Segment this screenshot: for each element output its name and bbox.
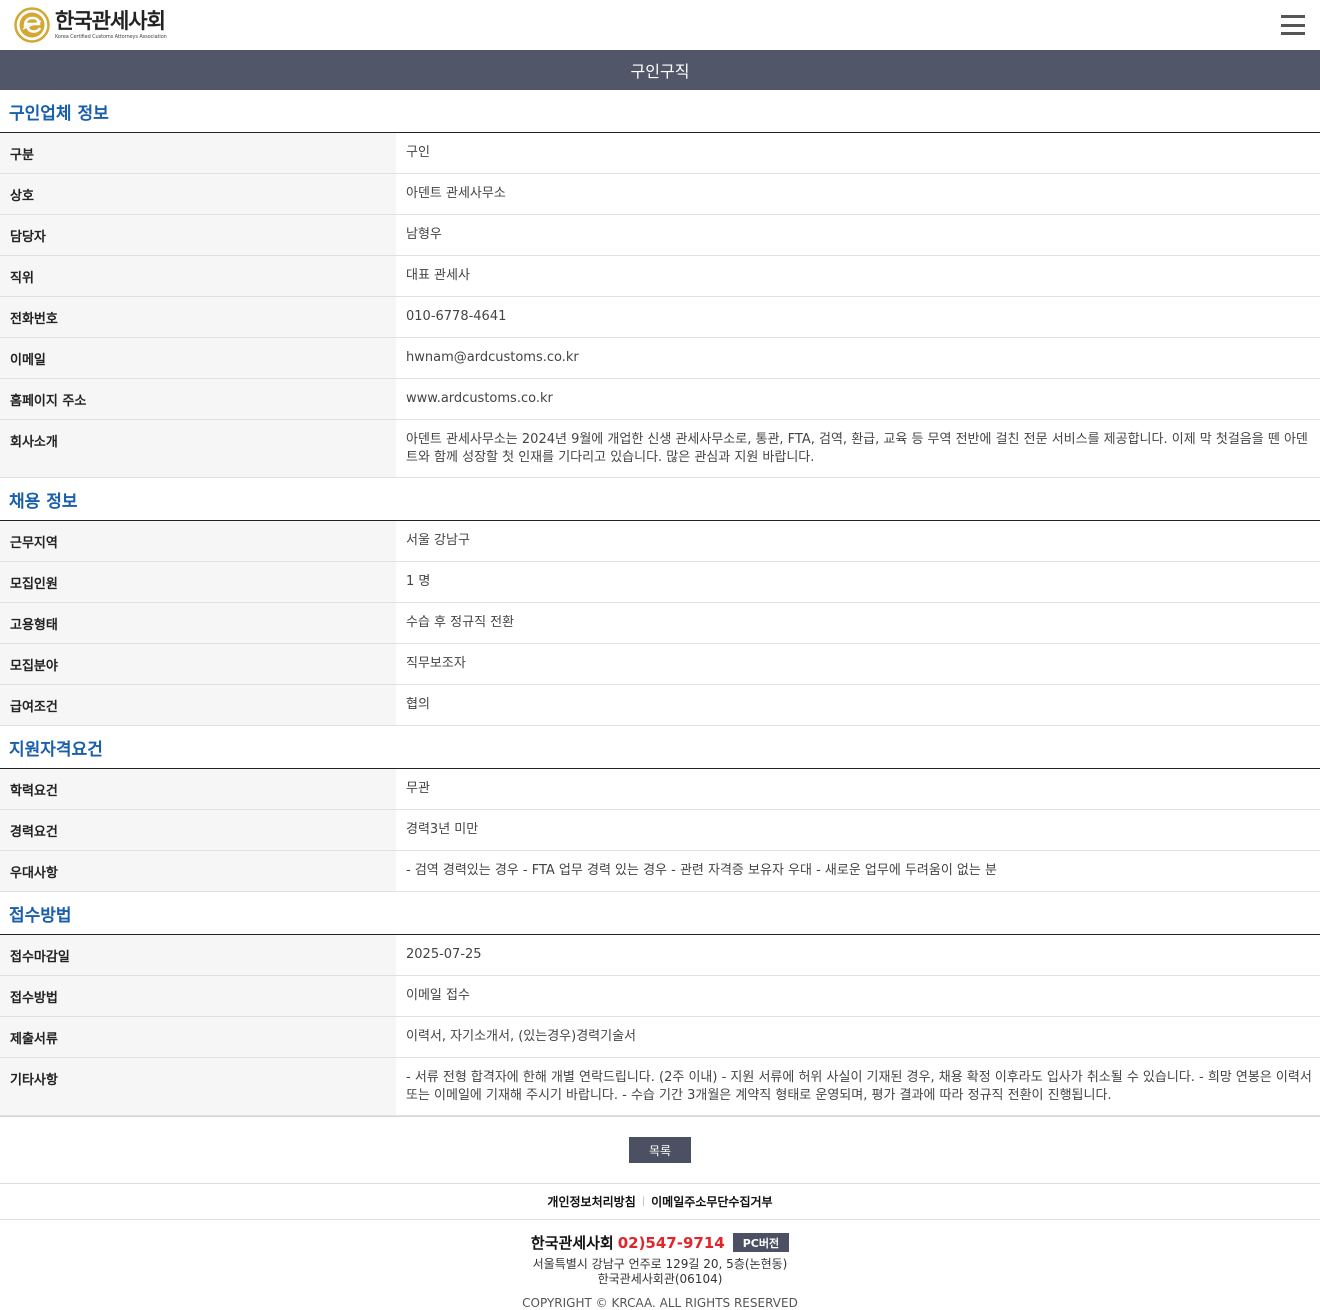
table-row: 담당자 남형우 [0,214,1320,256]
row-label: 경력요건 [0,809,396,851]
table-row: 전화번호 010-6778-4641 [0,296,1320,338]
table-row: 우대사항 - 검역 경력있는 경우 - FTA 업무 경력 있는 경우 - 관련 … [0,850,1320,892]
table-row: 모집인원 1 명 [0,561,1320,603]
row-value: 010-6778-4641 [406,309,507,324]
site-logo[interactable]: 한국관세사회 Korea Certified Customs Attorneys… [14,7,167,43]
footer-org-name: 한국관세사회 [530,1234,614,1252]
row-label: 전화번호 [0,296,396,338]
row-value: - 서류 전형 합격자에 한해 개별 연락드립니다. (2주 이내) - 지원 … [406,1070,1312,1103]
info-table: 근무지역 서울 강남구모집인원 1 명고용형태 수습 후 정규직 전환모집분야 직무보조… [0,521,1320,726]
row-label: 회사소개 [0,419,396,478]
logo-english-name: Korea Certified Customs Attorneys Associ… [55,33,167,40]
pc-version-button[interactable]: PC버전 [732,1233,790,1252]
menu-bar [1281,15,1305,18]
row-label: 근무지역 [0,521,396,562]
footer-info: 한국관세사회 02)547-9714 PC버전 서울특별시 강남구 언주로 12… [0,1220,1320,1310]
footer-links: 개인정보처리방침 | 이메일주소무단수집거부 [0,1183,1320,1220]
table-row: 접수마감일 2025-07-25 [0,935,1320,976]
row-value: 수습 후 정규직 전환 [406,615,515,630]
row-value: 이메일 접수 [406,988,470,1003]
row-label: 우대사항 [0,850,396,892]
job-detail-content: 구인업체 정보 구분 구인상호 아덴트 관세사무소담당자 남형우직위 대표 관세사전화번호… [0,90,1320,1116]
info-table: 학력요건 무관경력요건 경력3년 미만우대사항 - 검역 경력있는 경우 - FTA … [0,769,1320,892]
krcaa-logo-icon [14,7,50,43]
privacy-policy-link[interactable]: 개인정보처리방침 [547,1193,635,1210]
table-row: 직위 대표 관세사 [0,255,1320,297]
footer-address-line1: 서울특별시 강남구 언주로 129길 20, 5층(논현동) [532,1257,788,1271]
table-row: 경력요건 경력3년 미만 [0,809,1320,851]
row-label: 홈페이지 주소 [0,378,396,420]
row-label: 고용형태 [0,602,396,644]
row-value: 직무보조자 [406,656,466,671]
table-row: 제출서류 이력서, 자기소개서, (있는경우)경력기술서 [0,1016,1320,1058]
row-value: 대표 관세사 [406,268,470,283]
table-row: 이메일 hwnam@ardcustoms.co.kr [0,337,1320,379]
logo-text: 한국관세사회 Korea Certified Customs Attorneys… [55,8,167,40]
footer-address: 서울특별시 강남구 언주로 129길 20, 5층(논현동) 한국관세사회관(0… [0,1257,1320,1287]
table-row: 급여조건 협의 [0,684,1320,726]
info-table: 접수마감일 2025-07-25 접수방법 이메일 접수제출서류 이력서, 자기소개서,… [0,935,1320,1116]
list-button[interactable]: 목록 [629,1137,691,1163]
page-title: 구인구직 [0,50,1320,90]
row-value: 2025-07-25 [406,947,482,962]
button-row: 목록 [0,1116,1320,1183]
footer-copyright: COPYRIGHT © KRCAA. ALL RIGHTS RESERVED [522,1296,798,1310]
logo-korean-name: 한국관세사회 [55,8,166,33]
row-label: 학력요건 [0,769,396,810]
table-row: 모집분야 직무보조자 [0,643,1320,685]
table-row: 고용형태 수습 후 정규직 전환 [0,602,1320,644]
row-value: 구인 [406,145,430,160]
table-row: 기타사항 - 서류 전형 합격자에 한해 개별 연락드립니다. (2주 이내) -… [0,1057,1320,1116]
section-title: 구인업체 정보 [0,90,1320,133]
row-value: 서울 강남구 [406,533,470,548]
row-value: 1 명 [406,574,431,589]
row-label: 이메일 [0,337,396,379]
row-value: www.ardcustoms.co.kr [406,391,553,406]
row-label: 접수마감일 [0,935,396,976]
row-value: 이력서, 자기소개서, (있는경우)경력기술서 [406,1029,636,1044]
footer: 개인정보처리방침 | 이메일주소무단수집거부 한국관세사회 02)547-971… [0,1183,1320,1310]
row-value: 무관 [406,781,430,796]
menu-bar [1281,32,1305,35]
row-label: 모집인원 [0,561,396,603]
table-row: 홈페이지 주소 www.ardcustoms.co.kr [0,378,1320,420]
table-row: 학력요건 무관 [0,769,1320,810]
row-label: 급여조건 [0,684,396,726]
table-row: 구분 구인 [0,133,1320,174]
row-label: 모집분야 [0,643,396,685]
row-value: hwnam@ardcustoms.co.kr [406,350,579,365]
row-label: 기타사항 [0,1057,396,1116]
row-label: 직위 [0,255,396,297]
section-title: 채용 정보 [0,478,1320,521]
section-title: 지원자격요건 [0,726,1320,769]
footer-link-separator: | [641,1196,646,1207]
row-value: 남형우 [406,227,442,242]
info-table: 구분 구인상호 아덴트 관세사무소담당자 남형우직위 대표 관세사전화번호 010-677… [0,133,1320,478]
table-row: 접수방법 이메일 접수 [0,975,1320,1017]
menu-bar [1281,23,1305,27]
hamburger-icon[interactable] [1281,15,1305,35]
email-refusal-link[interactable]: 이메일주소무단수집거부 [651,1193,772,1210]
table-row: 회사소개 아덴트 관세사무소는 2024년 9월에 개업한 신생 관세사무소로, … [0,419,1320,478]
top-header: 한국관세사회 Korea Certified Customs Attorneys… [0,0,1320,50]
row-value: 협의 [406,697,430,712]
row-label: 상호 [0,173,396,215]
table-row: 상호 아덴트 관세사무소 [0,173,1320,215]
row-value: 경력3년 미만 [406,822,479,837]
footer-address-line2: 한국관세사회관(06104) [597,1272,723,1286]
row-label: 접수방법 [0,975,396,1017]
row-label: 제출서류 [0,1016,396,1058]
row-label: 구분 [0,133,396,174]
row-value: 아덴트 관세사무소는 2024년 9월에 개업한 신생 관세사무소로, 통관, … [406,432,1308,465]
footer-contact: 한국관세사회 02)547-9714 PC버전 [0,1232,1320,1253]
section-title: 접수방법 [0,892,1320,935]
footer-phone[interactable]: 02)547-9714 [618,1234,725,1252]
table-row: 근무지역 서울 강남구 [0,521,1320,562]
row-label: 담당자 [0,214,396,256]
row-value: - 검역 경력있는 경우 - FTA 업무 경력 있는 경우 - 관련 자격증 … [406,863,997,878]
row-value: 아덴트 관세사무소 [406,186,506,201]
